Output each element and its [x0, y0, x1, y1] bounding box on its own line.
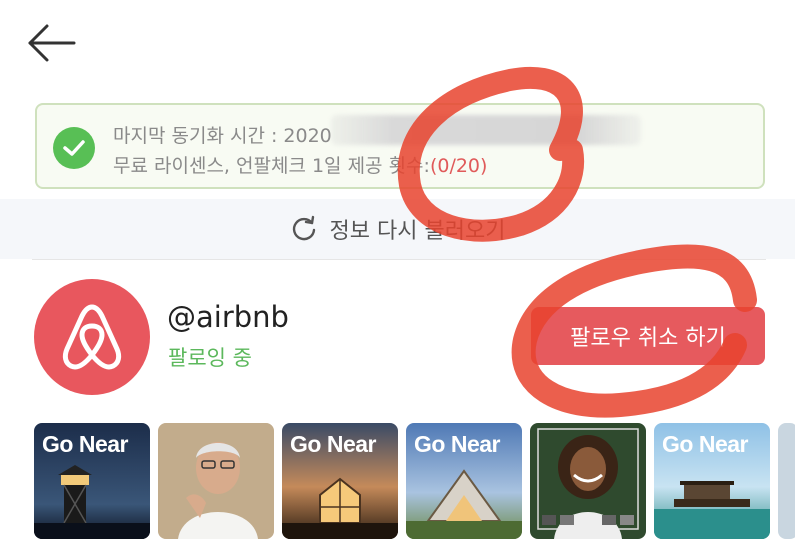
back-button[interactable] [22, 18, 80, 68]
thumbnail-partial[interactable] [778, 423, 795, 539]
reload-label: 정보 다시 불러오기 [329, 219, 506, 244]
thumbnail-title: Go Near [414, 431, 500, 457]
license-usage: 무료 라이센스, 언팔체크 1일 제공 횟수:(0/20) [113, 151, 487, 178]
thumbnail-portrait-man[interactable] [158, 423, 274, 539]
check-circle-icon [53, 127, 95, 169]
redacted-area [331, 115, 641, 145]
last-sync-time: 마지막 동기화 시간 : 2020 [113, 125, 332, 147]
refresh-icon [292, 215, 315, 241]
arrow-left-icon [28, 24, 76, 62]
sync-info-card: 마지막 동기화 시간 : 2020 무료 라이센스, 언팔체크 1일 제공 횟수… [35, 103, 765, 189]
thumbnail-title: Go Near [42, 431, 128, 457]
reload-info-button[interactable]: 정보 다시 불러오기 [0, 199, 795, 259]
usage-count: (0/20) [429, 155, 488, 177]
thumbnail-houseboat[interactable]: Go Near [654, 423, 770, 539]
unfollow-button[interactable]: 팔로우 취소 하기 [531, 307, 765, 365]
divider [32, 259, 766, 260]
thumbnail-a-frame-cabin[interactable]: Go Near [406, 423, 522, 539]
airbnb-logo-icon [62, 304, 122, 370]
thumbnail-lighthouse[interactable]: Go Near [34, 423, 150, 539]
post-thumbnails: Go Near Go Near Go Near Go Near [34, 423, 795, 539]
avatar [34, 279, 150, 395]
thumbnail-portrait-woman[interactable] [530, 423, 646, 539]
thumbnail-title: Go Near [662, 431, 748, 457]
thumbnail-glass-cabin[interactable]: Go Near [282, 423, 398, 539]
follow-status: 팔로잉 중 [168, 346, 252, 370]
license-usage-label: 무료 라이센스, 언팔체크 1일 제공 횟수: [113, 155, 430, 177]
account-handle: @airbnb [167, 300, 289, 334]
thumbnail-title: Go Near [290, 431, 376, 457]
